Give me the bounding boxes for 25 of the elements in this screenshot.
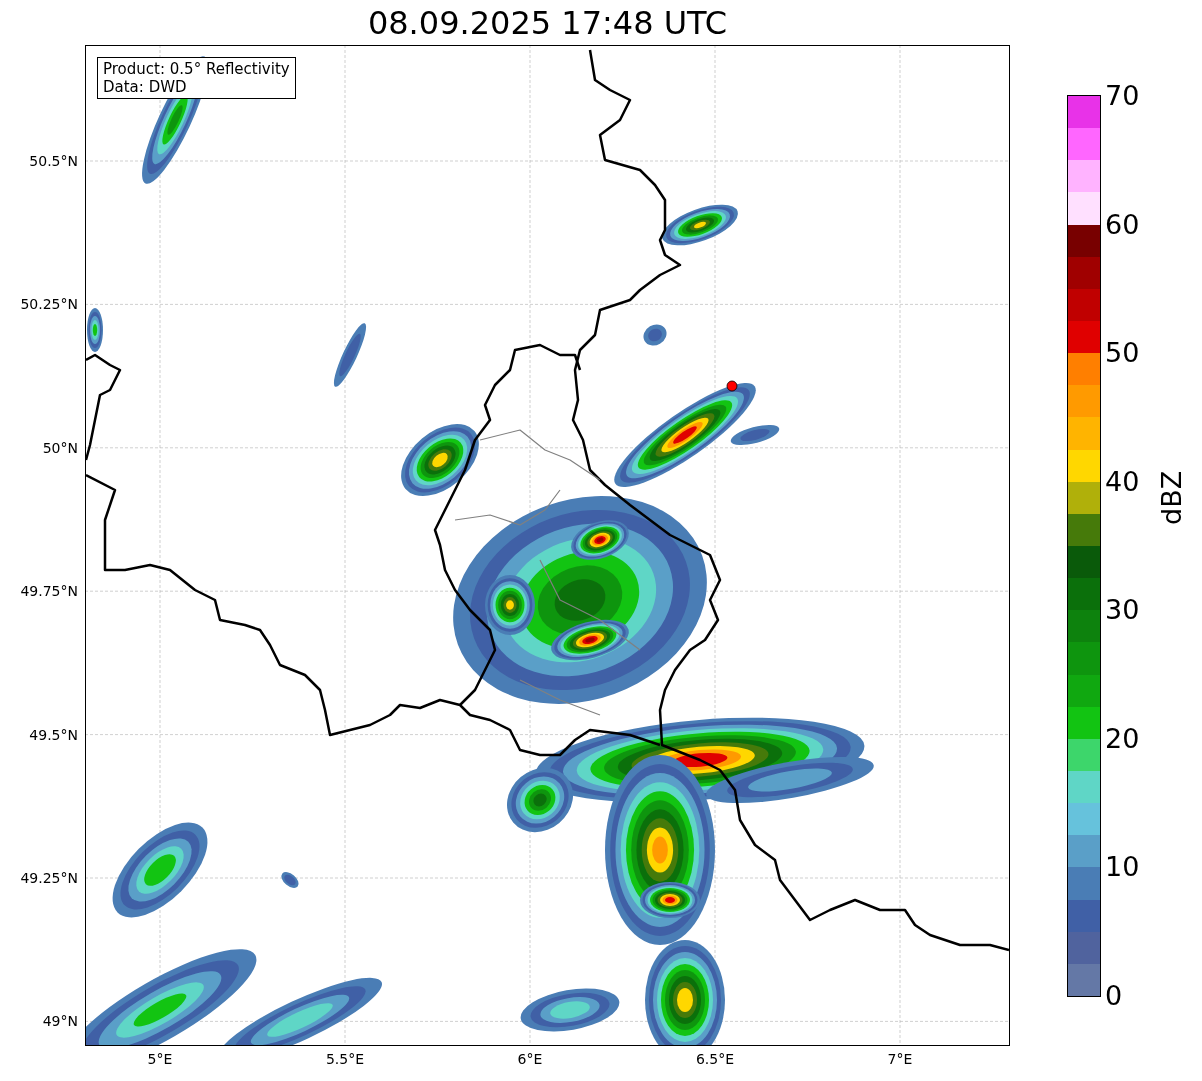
colorbar-tick-label: 50 — [1105, 336, 1140, 368]
axis-tick-label: 5°E — [147, 1051, 173, 1067]
axis-tick-label: 49.75°N — [20, 583, 78, 600]
axis-tick-label: 6.5°E — [695, 1051, 735, 1067]
location-marker — [726, 380, 738, 392]
axis-tick-label: 5.5°E — [325, 1051, 365, 1067]
axis-tick-label: 7°E — [887, 1051, 913, 1067]
colorbar-tick-label: 20 — [1105, 722, 1140, 754]
axis-tick-label: 50°N — [42, 439, 78, 456]
axis-tick-label: 49.5°N — [29, 726, 78, 743]
colorbar-tick-label: 10 — [1105, 850, 1140, 882]
chart-title: 08.09.2025 17:48 UTC — [367, 3, 728, 42]
axis-tick-label: 6°E — [517, 1051, 543, 1067]
colorbar-tick-label: 40 — [1105, 465, 1140, 497]
axis-tick-label: 49°N — [42, 1013, 78, 1030]
colorbar-tick-label: 60 — [1105, 208, 1140, 240]
legend-text: Data: DWD — [103, 78, 188, 96]
axis-tick-label: 49.25°N — [20, 870, 78, 886]
colorbar-label: dBZ — [1154, 469, 1188, 528]
colorbar-tick-label: 70 — [1105, 79, 1140, 111]
axis-tick-label: 50.5°N — [29, 153, 78, 169]
axis-tick-label: 50.25°N — [20, 296, 78, 313]
legend-text: Product: 0.5° Reflectivity — [103, 60, 290, 78]
colorbar-tick-label: 0 — [1105, 979, 1123, 1011]
colorbar-tick-label: 30 — [1105, 593, 1140, 625]
